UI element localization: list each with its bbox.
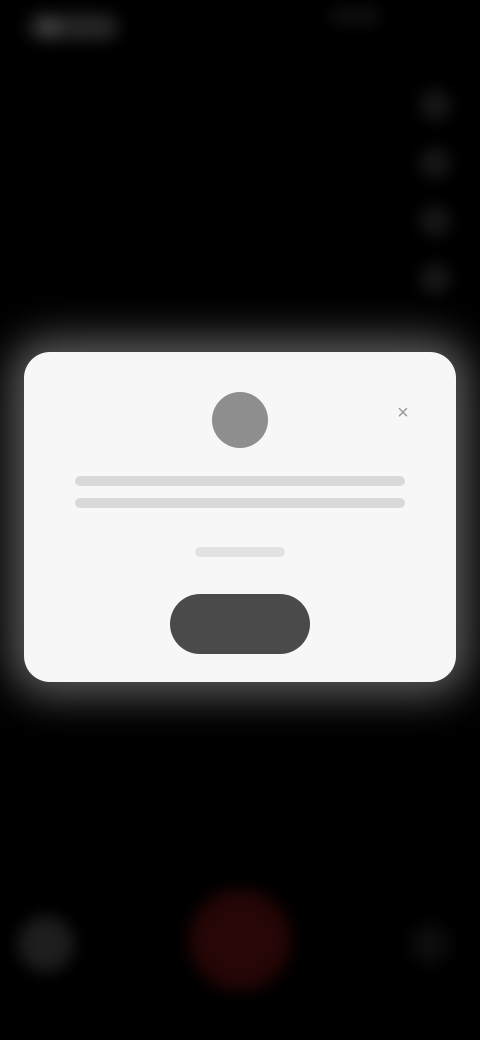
sub-message-line (195, 547, 285, 557)
dialog-sub-message (24, 544, 456, 558)
message-line (75, 476, 405, 486)
close-icon[interactable]: × (390, 400, 416, 426)
message-line (75, 498, 405, 508)
app-icon (212, 392, 268, 448)
dialog: × (24, 352, 456, 682)
dialog-confirm-button[interactable] (170, 594, 310, 654)
dialog-message (70, 470, 410, 532)
camera-screen: × (0, 0, 480, 1040)
